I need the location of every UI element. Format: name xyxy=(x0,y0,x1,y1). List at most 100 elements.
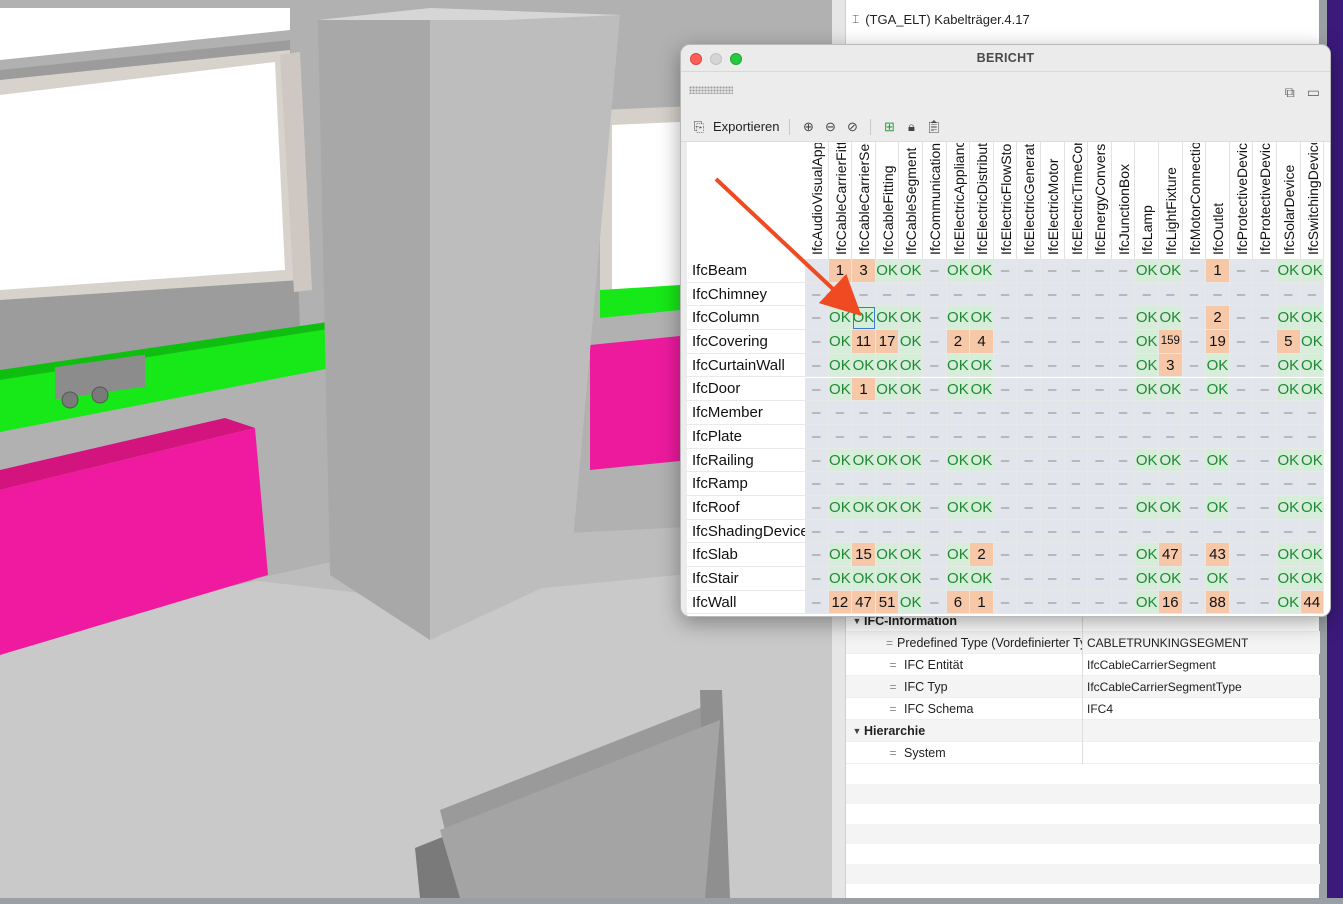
matrix-cell[interactable]: – xyxy=(1229,377,1254,402)
matrix-cell[interactable]: – xyxy=(1088,401,1112,425)
matrix-cell[interactable]: – xyxy=(993,353,1018,378)
matrix-cell[interactable]: – xyxy=(1159,424,1183,449)
matrix-cell[interactable]: OK xyxy=(1135,377,1159,402)
matrix-cell[interactable]: – xyxy=(1229,472,1254,496)
column-header[interactable]: IfcElectricDistributionBoard xyxy=(970,142,994,259)
matrix-cell[interactable]: – xyxy=(1253,424,1277,449)
matrix-cell[interactable]: – xyxy=(852,519,876,544)
matrix-cell[interactable]: – xyxy=(1159,472,1183,496)
close-button[interactable] xyxy=(690,53,702,65)
matrix-cell[interactable]: – xyxy=(923,282,947,307)
matrix-cell[interactable]: – xyxy=(1182,590,1207,615)
matrix-cell[interactable]: OK xyxy=(970,377,994,402)
matrix-cell[interactable]: – xyxy=(1017,330,1041,354)
matrix-cell[interactable]: – xyxy=(993,330,1018,354)
matrix-cell[interactable]: – xyxy=(993,519,1018,544)
property-row[interactable]: = IFC Entität IfcCableCarrierSegment xyxy=(846,653,1320,676)
matrix-cell[interactable]: – xyxy=(1182,472,1207,496)
matrix-cell[interactable]: – xyxy=(970,401,994,425)
matrix-cell[interactable]: – xyxy=(1229,306,1254,331)
matrix-cell[interactable]: – xyxy=(923,424,947,449)
matrix-cell[interactable]: OK xyxy=(1300,496,1325,520)
matrix-cell[interactable]: OK xyxy=(899,590,923,615)
matrix-cell[interactable]: – xyxy=(852,282,876,307)
matrix-cell[interactable]: OK xyxy=(946,543,971,568)
matrix-cell[interactable]: – xyxy=(1041,377,1065,402)
tree-item-cable-tray[interactable]: ⌶ (TGA_ELT) Kabelträger.4.17 xyxy=(852,12,1030,27)
matrix-cell[interactable] xyxy=(805,259,829,283)
matrix-cell[interactable]: – xyxy=(1088,472,1112,496)
matrix-cell[interactable]: – xyxy=(1182,330,1207,354)
matrix-cell[interactable]: – xyxy=(1111,259,1136,283)
matrix-cell[interactable]: – xyxy=(1017,496,1041,520)
matrix-cell[interactable]: – xyxy=(1182,496,1207,520)
matrix-cell[interactable]: – xyxy=(993,259,1018,283)
matrix-cell[interactable]: 2 xyxy=(946,330,971,354)
matrix-cell[interactable]: – xyxy=(1229,353,1254,378)
matrix-cell[interactable]: – xyxy=(1088,377,1112,402)
matrix-cell[interactable]: – xyxy=(805,424,829,449)
matrix-cell[interactable]: 3 xyxy=(1159,353,1183,378)
property-row[interactable]: = IFC Typ IfcCableCarrierSegmentType xyxy=(846,675,1320,698)
matrix-cell[interactable]: – xyxy=(1253,519,1277,544)
matrix-cell[interactable]: – xyxy=(1064,424,1089,449)
matrix-cell[interactable]: – xyxy=(1253,448,1277,473)
matrix-cell[interactable]: OK xyxy=(1159,448,1183,473)
matrix-cell[interactable]: OK xyxy=(1300,259,1325,283)
matrix-cell[interactable]: – xyxy=(1253,472,1277,496)
matrix-cell[interactable]: – xyxy=(899,472,923,496)
column-header[interactable]: IfcEnergyConversionDevice xyxy=(1088,142,1112,259)
matrix-cell[interactable]: – xyxy=(805,543,829,568)
matrix-cell[interactable]: – xyxy=(993,567,1018,591)
matrix-cell[interactable]: 1 xyxy=(970,590,994,615)
matrix-cell[interactable]: OK xyxy=(1135,590,1159,615)
matrix-cell[interactable]: OK xyxy=(1159,259,1183,283)
matrix-cell[interactable]: – xyxy=(1111,567,1136,591)
matrix-cell[interactable]: OK xyxy=(899,377,923,402)
row-label[interactable]: IfcMember xyxy=(687,401,805,425)
matrix-cell[interactable]: – xyxy=(946,519,971,544)
matrix-cell[interactable]: – xyxy=(805,353,829,378)
column-header[interactable]: IfcElectricMotor xyxy=(1041,142,1065,259)
matrix-cell[interactable]: OK xyxy=(828,567,853,591)
matrix-cell[interactable]: 44 xyxy=(1300,590,1325,615)
export-button[interactable]: Exportieren xyxy=(713,119,779,134)
matrix-cell[interactable]: – xyxy=(923,543,947,568)
matrix-cell[interactable]: – xyxy=(1017,590,1041,615)
matrix-cell[interactable]: – xyxy=(828,401,853,425)
matrix-cell[interactable]: – xyxy=(1135,519,1159,544)
matrix-cell[interactable]: – xyxy=(1229,519,1254,544)
matrix-cell[interactable]: OK xyxy=(1300,306,1325,331)
matrix-cell[interactable]: – xyxy=(1159,519,1183,544)
matrix-cell[interactable]: – xyxy=(970,472,994,496)
matrix-cell[interactable]: 47 xyxy=(1159,543,1183,568)
property-row[interactable]: = IFC Schema IFC4 xyxy=(846,697,1320,720)
matrix-cell[interactable]: – xyxy=(1182,259,1207,283)
matrix-cell[interactable]: – xyxy=(1064,330,1089,354)
matrix-cell[interactable]: – xyxy=(1253,401,1277,425)
matrix-cell[interactable]: OK xyxy=(1135,496,1159,520)
matrix-cell[interactable]: – xyxy=(923,590,947,615)
matrix-cell[interactable]: – xyxy=(1017,543,1041,568)
matrix-cell[interactable]: OK xyxy=(899,448,923,473)
matrix-cell[interactable]: OK xyxy=(875,353,900,378)
matrix-cell[interactable]: OK xyxy=(852,306,876,331)
row-label[interactable]: IfcRoof xyxy=(687,496,805,520)
matrix-cell[interactable]: – xyxy=(1111,306,1136,331)
matrix-cell[interactable]: – xyxy=(875,424,900,449)
matrix-cell[interactable]: – xyxy=(970,424,994,449)
matrix-cell[interactable]: – xyxy=(1277,472,1301,496)
matrix-cell[interactable]: – xyxy=(828,424,853,449)
matrix-cell[interactable]: – xyxy=(828,519,853,544)
matrix-cell[interactable]: – xyxy=(899,424,923,449)
matrix-cell[interactable]: – xyxy=(993,472,1018,496)
matrix-cell[interactable]: 1 xyxy=(852,377,876,402)
zoom-out-icon[interactable]: ⊖ xyxy=(822,119,838,135)
matrix-cell[interactable]: – xyxy=(899,401,923,425)
matrix-cell[interactable]: – xyxy=(1229,330,1254,354)
matrix-cell[interactable]: OK xyxy=(1277,590,1301,615)
matrix-cell[interactable]: – xyxy=(875,282,900,307)
matrix-cell[interactable]: OK xyxy=(899,259,923,283)
matrix-cell[interactable]: – xyxy=(852,424,876,449)
matrix-cell[interactable]: 17 xyxy=(875,330,900,354)
